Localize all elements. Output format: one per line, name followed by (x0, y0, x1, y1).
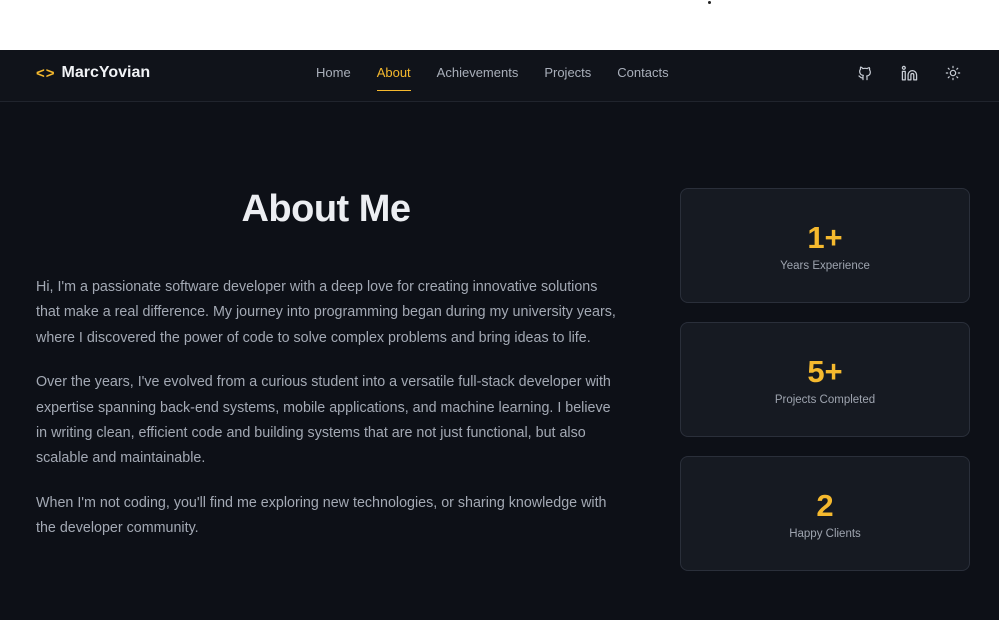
code-brackets-icon: <> (36, 64, 56, 82)
navbar: <> MarcYovian Home About Achievements Pr… (0, 50, 999, 102)
stat-card-projects: 5+ Projects Completed (680, 322, 970, 437)
browser-top-strip (0, 0, 999, 50)
page-title: About Me (241, 188, 411, 230)
brand-logo[interactable]: <> MarcYovian (36, 50, 150, 96)
github-icon[interactable] (855, 63, 875, 83)
sun-icon[interactable] (943, 63, 963, 83)
brand-name: MarcYovian (61, 64, 151, 81)
linkedin-icon[interactable] (899, 63, 919, 83)
nav-link-projects[interactable]: Projects (544, 50, 591, 96)
stat-label: Happy Clients (789, 527, 861, 540)
nav-link-achievements[interactable]: Achievements (437, 50, 519, 96)
about-section: About Me Hi, I'm a passionate software d… (36, 188, 616, 561)
stat-card-clients: 2 Happy Clients (680, 456, 970, 571)
about-paragraph: When I'm not coding, you'll find me expl… (36, 495, 607, 537)
nav-link-about[interactable]: About (376, 50, 411, 96)
loading-dot (708, 1, 711, 4)
nav-link-home[interactable]: Home (316, 50, 351, 96)
stat-value: 5+ (807, 353, 843, 389)
nav-icons (855, 50, 963, 96)
stat-label: Projects Completed (774, 393, 876, 406)
about-paragraph: Over the years, I've evolved from a curi… (36, 374, 611, 467)
stat-label: Years Experience (780, 259, 870, 272)
nav-link-contacts[interactable]: Contacts (617, 50, 668, 96)
stats-cards: 1+ Years Experience 5+ Projects Complete… (680, 188, 970, 590)
stat-value: 1+ (807, 219, 843, 255)
stat-card-experience: 1+ Years Experience (680, 188, 970, 303)
stat-value: 2 (816, 487, 834, 523)
about-paragraph: Hi, I'm a passionate software developer … (36, 279, 616, 346)
nav-links: Home About Achievements Projects Contact… (316, 50, 695, 96)
